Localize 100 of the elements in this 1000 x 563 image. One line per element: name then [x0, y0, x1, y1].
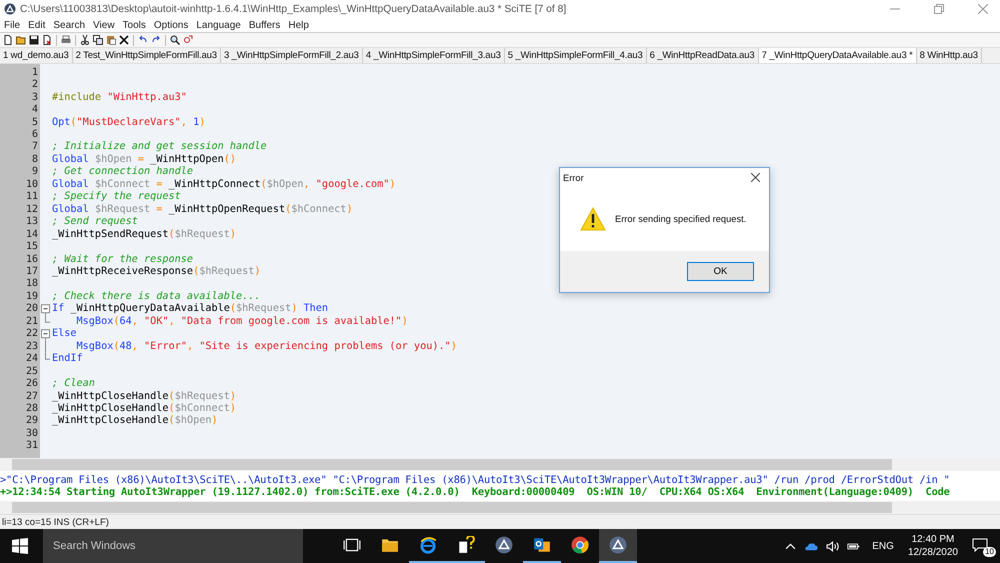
close-file-icon[interactable] [42, 35, 52, 45]
dialog-title: Error [563, 172, 584, 182]
clock-date: 12/28/2020 [908, 546, 958, 559]
menu-item[interactable]: Language [196, 20, 241, 30]
search-icon[interactable] [170, 35, 180, 45]
output-line: +>12:34:54 Starting AutoIt3Wrapper (19.1127.1402.0) from:SciTE.exe (4.2.0.0) Keyboard:00000409 OS:WIN 10/ CPU:X64 OS:X64 Environment(Language:0409) Code [0, 486, 951, 498]
replace-icon[interactable] [183, 35, 193, 45]
paste-icon[interactable] [106, 35, 116, 45]
line-number: 8 [30, 154, 38, 165]
restore-icon[interactable] [934, 4, 944, 14]
menu-item[interactable]: Edit [28, 20, 46, 30]
speaker-icon[interactable] [826, 540, 840, 552]
redo-icon[interactable] [151, 35, 161, 45]
copy-icon[interactable] [93, 35, 103, 45]
menu-item[interactable]: Search [53, 20, 86, 30]
chrome-icon [571, 536, 589, 554]
menu-item[interactable]: Buffers [248, 20, 280, 30]
clock[interactable]: 12:40 PM 12/28/2020 [908, 533, 958, 559]
code-line: Opt("MustDeclareVars", 1) [52, 116, 206, 128]
code-line: Global $hRequest = _WinHttpOpenRequest($hConnect) [52, 204, 353, 215]
ok-button[interactable]: OK [687, 262, 754, 281]
file-tab[interactable]: 1 wd_demo.au3 [0, 48, 73, 63]
delete-icon[interactable] [119, 35, 129, 45]
file-tab[interactable]: 3 _WinHttpSimpleFormFill_2.au3 [220, 48, 363, 63]
code-line: ; Clean [52, 378, 95, 390]
autoit-logo-icon [609, 536, 627, 554]
code-line: ; Get connection handle [52, 166, 194, 178]
line-number: 17 [24, 266, 38, 277]
menu-item[interactable]: Options [154, 20, 188, 30]
line-number: 23 [24, 340, 38, 352]
help-icon [457, 536, 475, 554]
line-number: 24 [24, 353, 38, 364]
search-field[interactable]: Search Windows [43, 529, 303, 563]
cut-icon[interactable] [80, 35, 90, 45]
code-line: Global $hConnect = _WinHttpConnect($hOpen, "google.com") [52, 178, 396, 190]
code-line: ; Initialize and get session handle [52, 141, 267, 152]
taskbar-app[interactable] [599, 529, 637, 563]
line-number: 4 [30, 104, 38, 116]
file-tab[interactable]: 2 Test_WinHttpSimpleFormFill.au3 [72, 48, 221, 63]
undo-icon[interactable] [138, 35, 148, 45]
code-line: #include "WinHttp.au3" [52, 92, 187, 103]
line-number: 1 [30, 66, 38, 78]
fold-toggle-icon[interactable] [40, 302, 50, 316]
line-number: 12 [24, 204, 38, 215]
menu-item[interactable]: View [93, 20, 115, 30]
dialog-message: Error sending specified request. [615, 214, 746, 224]
line-number: 15 [24, 241, 38, 252]
file-tab[interactable]: 4 _WinHttpSimpleFormFill_3.au3 [362, 48, 505, 63]
scrollbar[interactable] [0, 501, 1000, 514]
menu-item[interactable]: Help [288, 20, 309, 30]
line-number: 9 [30, 166, 38, 178]
line-number: 19 [24, 290, 38, 302]
code-line: MsgBox(64, "OK", "Data from google.com is available!") [76, 316, 408, 327]
notification-badge: 10 [983, 547, 996, 557]
scrollbar[interactable] [0, 458, 1000, 471]
line-number: 22 [24, 328, 38, 340]
file-tab[interactable]: 7 _WinHttpQueryDataAvailable.au3 * [758, 48, 917, 63]
line-number: 21 [24, 316, 38, 327]
code-line: _WinHttpCloseHandle($hRequest) [52, 390, 236, 402]
line-number: 31 [24, 440, 38, 452]
cloud-icon[interactable] [805, 540, 818, 552]
code-line: ; Send request [52, 216, 138, 228]
line-number: 20 [24, 303, 38, 314]
line-number: 14 [24, 228, 38, 240]
line-number: 7 [30, 141, 38, 152]
open-folder-icon[interactable] [16, 35, 26, 45]
menu-item[interactable]: File [4, 20, 20, 30]
save-icon[interactable] [29, 35, 39, 45]
code-line: Else [52, 328, 77, 340]
line-number: 25 [24, 366, 38, 377]
line-number: 16 [24, 254, 38, 265]
code-line: _WinHttpReceiveResponse($hRequest) [52, 266, 261, 277]
task-view-icon [343, 536, 361, 554]
code-line: _WinHttpCloseHandle($hOpen) [52, 415, 218, 426]
code-line: _WinHttpSendRequest($hRequest) [52, 228, 236, 240]
battery-icon[interactable] [847, 540, 860, 552]
code-line: MsgBox(48, "Error", "Site is experiencing problems (or you).") [76, 340, 457, 352]
menu-item[interactable]: Tools [122, 20, 146, 30]
output-line: >"C:\Program Files (x86)\AutoIt3\SciTE\..\AutoIt3.exe" "C:\Program Files (x86)\AutoIt3\SciTE\AutoIt3Wrapper\AutoIt3Wrapper.au3" /run /prod /ErrorStdOut /in " [0, 474, 951, 486]
fold-toggle-icon[interactable] [40, 328, 50, 340]
code-line: ; Specify the request [52, 191, 181, 202]
file-tab[interactable]: 8 WinHttp.au3 [916, 48, 982, 63]
app-icon [4, 3, 16, 15]
windows-start-icon[interactable] [12, 538, 28, 554]
status-text: li=13 co=15 INS (CR+LF) [2, 516, 109, 528]
line-number: 28 [24, 402, 38, 414]
browser-icon [419, 536, 437, 554]
code-line: Global $hOpen = _WinHttpOpen() [52, 154, 236, 165]
language-indicator[interactable]: ENG [872, 540, 894, 552]
close-icon[interactable] [751, 173, 760, 182]
new-file-icon[interactable] [3, 35, 13, 45]
line-number: 11 [24, 191, 38, 202]
line-number: 2 [30, 79, 38, 90]
line-number: 3 [30, 92, 38, 103]
warning-icon [580, 207, 606, 231]
mail-icon [533, 536, 551, 554]
code-line: ; Check there is data available... [52, 290, 261, 302]
file-tab[interactable]: 5 _WinHttpSimpleFormFill_4.au3 [504, 48, 647, 63]
print-icon[interactable] [61, 35, 71, 45]
line-number: 10 [24, 178, 38, 190]
